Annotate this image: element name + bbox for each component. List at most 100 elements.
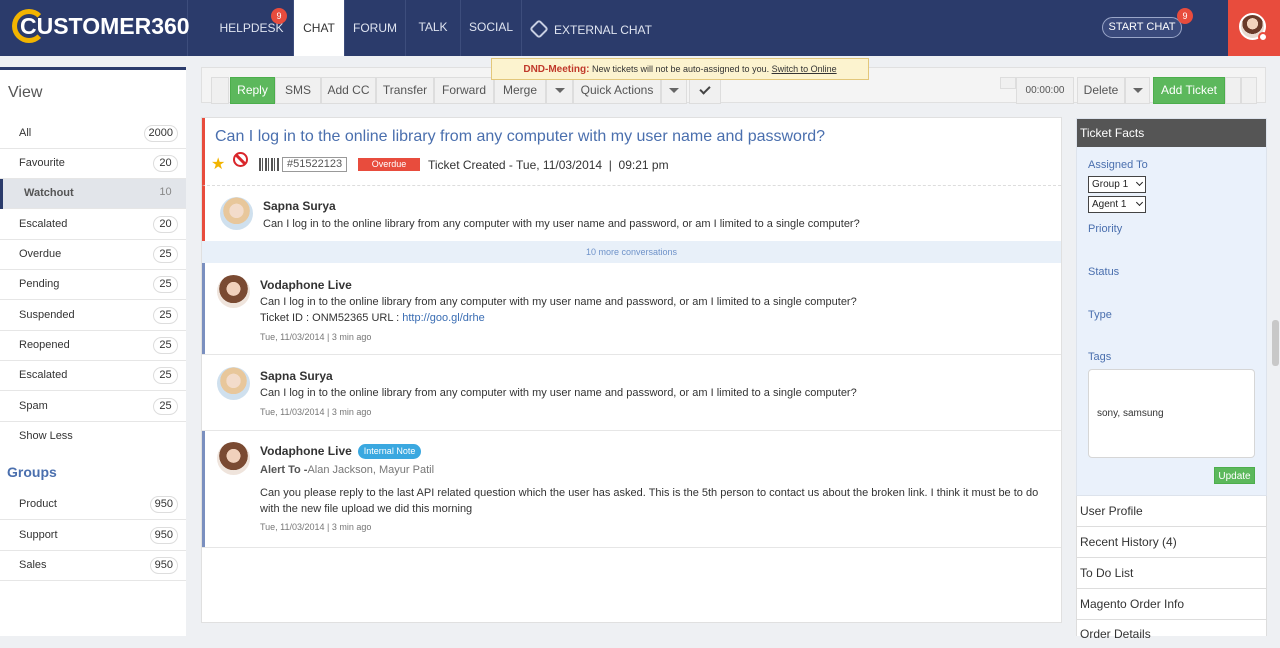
scrollbar-thumb[interactable] — [1272, 320, 1279, 366]
ticket-thread: Can I log in to the online library from … — [201, 117, 1062, 623]
tab-chat-label: CHAT — [303, 21, 335, 35]
panel-order-details[interactable]: Order Details — [1076, 620, 1267, 641]
group-item-product[interactable]: Product 950 — [0, 490, 186, 520]
message-author: Sapna Surya — [263, 199, 336, 213]
message-meta: Tue, 11/03/2014 | 3 min ago — [260, 522, 372, 532]
user-avatar-button[interactable] — [1228, 0, 1280, 56]
quick-actions-button[interactable]: Quick Actions — [573, 77, 661, 104]
switch-online-link[interactable]: Switch to Online — [772, 64, 837, 74]
count-badge: 25 — [153, 367, 178, 384]
sidebar-item-label: Pending — [19, 278, 60, 290]
chevron-down-icon — [669, 88, 679, 94]
sidebar-item-suspended[interactable]: Suspended 25 — [0, 301, 186, 331]
update-button[interactable]: Update — [1214, 467, 1255, 484]
sidebar-item-label: Escalated — [19, 369, 68, 381]
message-url-link[interactable]: http://goo.gl/drhe — [402, 312, 485, 324]
forward-button[interactable]: Forward — [434, 77, 494, 104]
panel-to-do-list[interactable]: To Do List — [1076, 558, 1267, 589]
sidebar-item-spam[interactable]: Spam 25 — [0, 392, 186, 422]
merge-dropdown[interactable] — [546, 77, 573, 104]
internal-note-badge: Internal Note — [357, 444, 422, 459]
sidebar-item-pending[interactable]: Pending 25 — [0, 270, 186, 300]
sidebar-item-label: Spam — [19, 400, 48, 412]
group-item-support[interactable]: Support 950 — [0, 521, 186, 551]
start-chat-badge: 9 — [1177, 8, 1193, 24]
timer-toggle[interactable] — [1000, 77, 1016, 89]
status-dot-icon — [1258, 32, 1268, 42]
ticket-id: #51522123 — [282, 157, 348, 172]
group-item-label: Product — [19, 498, 57, 510]
tab-external-chat[interactable]: EXTERNAL CHAT — [522, 0, 662, 56]
brand-name: CUSTOMER360 — [20, 13, 190, 39]
tab-social-label: SOCIAL — [468, 20, 513, 34]
avatar — [217, 442, 250, 475]
start-chat-button[interactable]: START CHAT 9 — [1102, 8, 1193, 38]
sidebar-item-overdue[interactable]: Overdue 25 — [0, 240, 186, 270]
message-text: Can I log in to the online library from … — [260, 296, 857, 308]
tags-input[interactable]: sony, samsung — [1088, 369, 1255, 458]
transfer-button[interactable]: Transfer — [376, 77, 434, 104]
group-item-label: Sales — [19, 559, 47, 571]
sidebar-item-label: Reopened — [19, 339, 70, 351]
alert-line: Alert To -Alan Jackson, Mayur Patil — [260, 462, 434, 478]
more-conversations-link[interactable]: 10 more conversations — [202, 241, 1061, 263]
tab-forum-label: FORUM — [353, 21, 397, 35]
add-ticket-button[interactable]: Add Ticket — [1153, 77, 1225, 104]
panel-recent-history[interactable]: Recent History (4) — [1076, 527, 1267, 558]
toolbar-extra-1[interactable] — [1225, 77, 1241, 104]
delete-dropdown[interactable] — [1125, 77, 1150, 104]
reply-button[interactable]: Reply — [230, 77, 275, 104]
merge-button[interactable]: Merge — [494, 77, 546, 104]
helpdesk-badge: 9 — [271, 8, 287, 24]
sidebar-item-escalated-2[interactable]: Escalated 25 — [0, 361, 186, 391]
chevron-down-icon — [1132, 88, 1143, 94]
status-badge: Overdue — [358, 158, 420, 171]
ticket-facts-title: Ticket Facts — [1077, 119, 1266, 147]
message-item: Vodaphone Live Internal Note Alert To -Al… — [202, 431, 1061, 548]
priority-label: Priority — [1088, 223, 1123, 235]
tab-helpdesk-label: HELPDESK — [219, 21, 284, 35]
quick-actions-dropdown[interactable] — [661, 77, 687, 104]
select-handle[interactable] — [211, 77, 229, 104]
chevron-down-icon — [554, 88, 565, 94]
panel-user-profile[interactable]: User Profile — [1076, 496, 1267, 527]
tab-forum[interactable]: FORUM — [345, 0, 406, 56]
show-less-link[interactable]: Show Less — [0, 422, 186, 452]
sidebar-item-watchout[interactable]: Watchout 10 — [0, 179, 186, 209]
group-item-label: Support — [19, 529, 58, 541]
panel-magento-order-info[interactable]: Magento Order Info — [1076, 589, 1267, 620]
mark-done-button[interactable] — [689, 77, 721, 104]
delete-button[interactable]: Delete — [1077, 77, 1125, 104]
brand-logo[interactable]: CUSTOMER360 — [0, 0, 190, 56]
star-icon[interactable]: ★ — [211, 154, 225, 174]
ticket-header: Can I log in to the online library from … — [202, 118, 1061, 186]
message-item: Sapna Surya Can I log in to the online l… — [202, 186, 1061, 241]
message-author-row: Vodaphone Live Internal Note — [260, 444, 422, 459]
sidebar-item-all[interactable]: All 2000 — [0, 119, 186, 149]
toolbar-extra-2[interactable] — [1241, 77, 1257, 104]
group-item-sales[interactable]: Sales 950 — [0, 551, 186, 581]
sidebar-item-favourite[interactable]: Favourite 20 — [0, 149, 186, 179]
alert-recipients: Alan Jackson, Mayur Patil — [307, 464, 435, 476]
groups-title: Groups — [7, 464, 57, 480]
message-author: Sapna Surya — [260, 369, 333, 383]
sidebar-item-label: Watchout — [24, 187, 74, 199]
group-select[interactable]: Group 1 — [1088, 176, 1146, 193]
add-cc-button[interactable]: Add CC — [321, 77, 376, 104]
tab-helpdesk[interactable]: HELPDESK 9 — [210, 0, 294, 56]
count-badge: 950 — [149, 496, 178, 513]
sidebar-item-escalated[interactable]: Escalated 20 — [0, 210, 186, 240]
agent-select[interactable]: Agent 1 — [1088, 196, 1146, 213]
sms-button[interactable]: SMS — [275, 77, 321, 104]
sidebar-item-reopened[interactable]: Reopened 25 — [0, 331, 186, 361]
count-badge: 25 — [153, 398, 178, 415]
message-meta: Tue, 11/03/2014 | 3 min ago — [260, 332, 372, 342]
tab-talk[interactable]: TALK — [406, 0, 461, 56]
timer-readout: 00:00:00 — [1016, 77, 1074, 104]
message-item: Vodaphone Live Can I log in to the onlin… — [202, 263, 1061, 355]
block-icon[interactable] — [233, 152, 248, 167]
ticket-line: Ticket ID : ONM52365 URL : http://goo.gl… — [260, 310, 485, 326]
tab-chat[interactable]: CHAT — [294, 0, 345, 56]
tab-social[interactable]: SOCIAL — [461, 0, 522, 56]
view-sidebar: View All 2000 Favourite 20 Watchout 10 Esca… — [0, 67, 186, 636]
